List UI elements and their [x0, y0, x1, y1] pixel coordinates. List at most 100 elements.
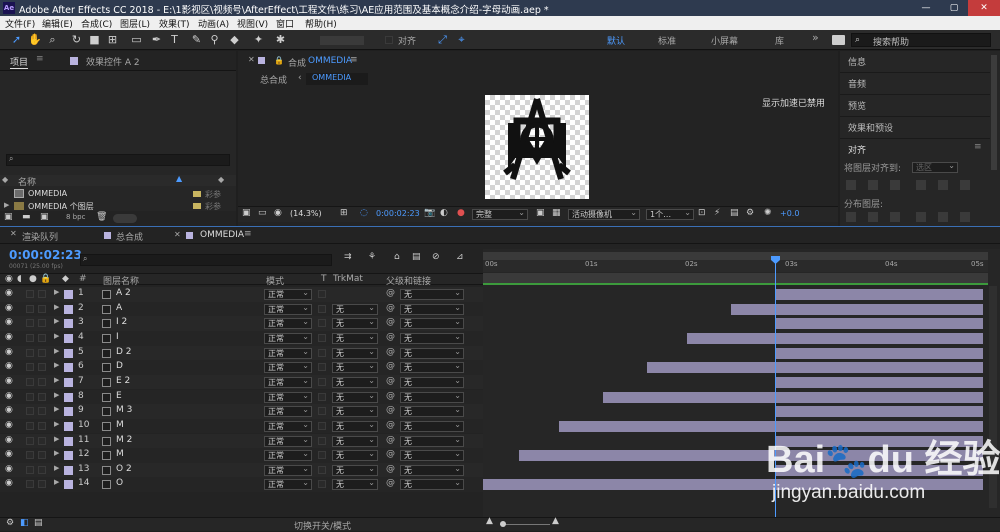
- layer-name[interactable]: A: [116, 303, 122, 313]
- eye-icon[interactable]: ◉: [5, 303, 13, 313]
- panel-menu-icon[interactable]: ≡: [36, 54, 44, 64]
- interpret-footage-icon[interactable]: ▣: [4, 212, 13, 222]
- audio-panel-tab[interactable]: 音频: [848, 77, 866, 90]
- blend-mode-dropdown[interactable]: 正常: [264, 332, 312, 344]
- solo-toggle[interactable]: [26, 333, 34, 342]
- project-item[interactable]: OMMEDIA 彩参: [0, 188, 236, 200]
- layer-name[interactable]: O 2: [116, 464, 132, 474]
- type-tool-icon[interactable]: T: [168, 33, 181, 46]
- tab-render-queue[interactable]: 渲染队列: [22, 230, 58, 243]
- solo-toggle[interactable]: [26, 348, 34, 357]
- always-preview-icon[interactable]: ▣: [242, 208, 251, 218]
- menu-help[interactable]: 帮助(H): [305, 17, 337, 30]
- expand-arrow-icon[interactable]: ▶: [54, 288, 59, 296]
- parent-dropdown[interactable]: 无: [400, 464, 464, 476]
- align-top-icon[interactable]: [916, 180, 926, 190]
- track-matte-dropdown[interactable]: 无: [332, 347, 378, 359]
- track-matte-dropdown[interactable]: 无: [332, 332, 378, 344]
- project-search-input[interactable]: ⌕: [6, 154, 230, 166]
- layer-duration-bar[interactable]: [731, 303, 983, 315]
- lock-toggle[interactable]: [38, 377, 46, 386]
- lock-toggle[interactable]: [38, 407, 46, 416]
- pan-behind-tool-icon[interactable]: ⊞: [106, 33, 119, 46]
- solo-toggle[interactable]: [26, 290, 34, 298]
- eye-icon[interactable]: ◉: [5, 376, 13, 386]
- eye-icon[interactable]: ◉: [5, 332, 13, 342]
- label-color[interactable]: [64, 363, 73, 373]
- panel-menu-icon[interactable]: ≡: [974, 142, 982, 152]
- expand-arrow-icon[interactable]: ▶: [54, 478, 59, 486]
- layer-row[interactable]: ◉ ▶ 10 M 正常 无 @ 无: [0, 418, 483, 434]
- layer-duration-bar[interactable]: [775, 347, 983, 359]
- info-panel-tab[interactable]: 信息: [848, 55, 866, 68]
- pick-whip-icon[interactable]: @: [386, 435, 395, 445]
- sort-up-icon[interactable]: ▲: [176, 174, 182, 183]
- show-snapshot-icon[interactable]: ◐: [440, 208, 448, 218]
- close-tab-icon[interactable]: ✕: [248, 55, 255, 64]
- channel-icon[interactable]: ●: [457, 208, 465, 218]
- menu-layer[interactable]: 图层(L): [120, 17, 150, 30]
- lock-icon[interactable]: 🔒: [274, 56, 284, 65]
- preserve-transparency-toggle[interactable]: [318, 451, 326, 460]
- close-tab-icon[interactable]: ✕: [10, 229, 17, 238]
- snapshot-icon[interactable]: 📷: [424, 208, 435, 218]
- layer-name[interactable]: E: [116, 391, 122, 401]
- lock-toggle[interactable]: [38, 348, 46, 357]
- parent-dropdown[interactable]: 无: [400, 478, 464, 491]
- hand-tool-icon[interactable]: ✋: [28, 33, 42, 46]
- eye-icon[interactable]: ◉: [5, 288, 13, 298]
- solo-toggle[interactable]: [26, 421, 34, 430]
- parent-dropdown[interactable]: 无: [400, 332, 464, 344]
- pick-whip-icon[interactable]: @: [386, 391, 395, 401]
- snap-checkbox[interactable]: [385, 36, 393, 44]
- expand-arrow-icon[interactable]: ▶: [54, 435, 59, 443]
- pick-whip-icon[interactable]: @: [386, 449, 395, 459]
- blend-mode-dropdown[interactable]: 正常: [264, 376, 312, 388]
- lock-toggle[interactable]: [38, 363, 46, 372]
- expand-arrow-icon[interactable]: ▶: [54, 317, 59, 325]
- mask-visibility-icon[interactable]: ◉: [274, 208, 282, 218]
- eye-icon[interactable]: ◉: [5, 347, 13, 357]
- reset-exposure-icon[interactable]: ✺: [764, 208, 772, 218]
- expand-arrow-icon[interactable]: ▶: [4, 202, 9, 209]
- label-color[interactable]: [64, 319, 73, 329]
- layer-name[interactable]: M 3: [116, 405, 132, 415]
- parent-dropdown[interactable]: 无: [400, 449, 464, 462]
- expand-arrow-icon[interactable]: ▶: [54, 332, 59, 340]
- expand-arrow-icon[interactable]: ▶: [54, 420, 59, 428]
- expand-arrow-icon[interactable]: ▶: [54, 303, 59, 311]
- preserve-transparency-toggle[interactable]: [318, 304, 326, 313]
- fast-preview-icon[interactable]: ⚡: [714, 208, 720, 218]
- parent-dropdown[interactable]: 无: [400, 361, 464, 374]
- layer-duration-bar[interactable]: [775, 289, 983, 300]
- layer-duration-bar[interactable]: [647, 362, 983, 374]
- pick-whip-icon[interactable]: @: [386, 361, 395, 371]
- lock-toggle[interactable]: [38, 304, 46, 313]
- track-matte-dropdown[interactable]: 无: [332, 449, 378, 462]
- timeline-search-input[interactable]: ⌕: [80, 254, 332, 266]
- label-color[interactable]: [64, 290, 73, 299]
- more-workspaces-button[interactable]: »: [812, 31, 819, 44]
- safe-zones-icon[interactable]: ⊞: [340, 208, 348, 218]
- blend-mode-dropdown[interactable]: 正常: [264, 464, 312, 476]
- layer-row[interactable]: ◉ ▶ 1 A 2 正常 @ 无: [0, 287, 483, 302]
- snap-edges-icon[interactable]: ⤢: [436, 33, 449, 46]
- transparency-toggle-icon[interactable]: ▦: [552, 208, 561, 218]
- track-matte-dropdown[interactable]: 无: [332, 478, 378, 491]
- lock-toggle[interactable]: [38, 451, 46, 460]
- lock-toggle[interactable]: [38, 333, 46, 342]
- parent-dropdown[interactable]: 无: [400, 435, 464, 447]
- zoom-in-icon[interactable]: ▲: [552, 516, 559, 526]
- region-of-interest-icon[interactable]: ▣: [536, 208, 545, 218]
- layer-row[interactable]: ◉ ▶ 8 E 正常 无 @ 无: [0, 389, 483, 405]
- zoom-tool-icon[interactable]: ⌕: [46, 33, 59, 46]
- label-color[interactable]: [64, 465, 73, 475]
- parent-dropdown[interactable]: 无: [400, 376, 464, 388]
- blend-mode-dropdown[interactable]: 正常: [264, 288, 312, 300]
- camera-tool-icon[interactable]: ■: [88, 33, 101, 46]
- parent-dropdown[interactable]: 无: [400, 420, 464, 432]
- label-color[interactable]: [64, 348, 73, 358]
- lock-toggle[interactable]: [38, 465, 46, 474]
- blend-mode-dropdown[interactable]: 正常: [264, 478, 312, 491]
- column-trkmat[interactable]: TrkMat: [333, 274, 363, 284]
